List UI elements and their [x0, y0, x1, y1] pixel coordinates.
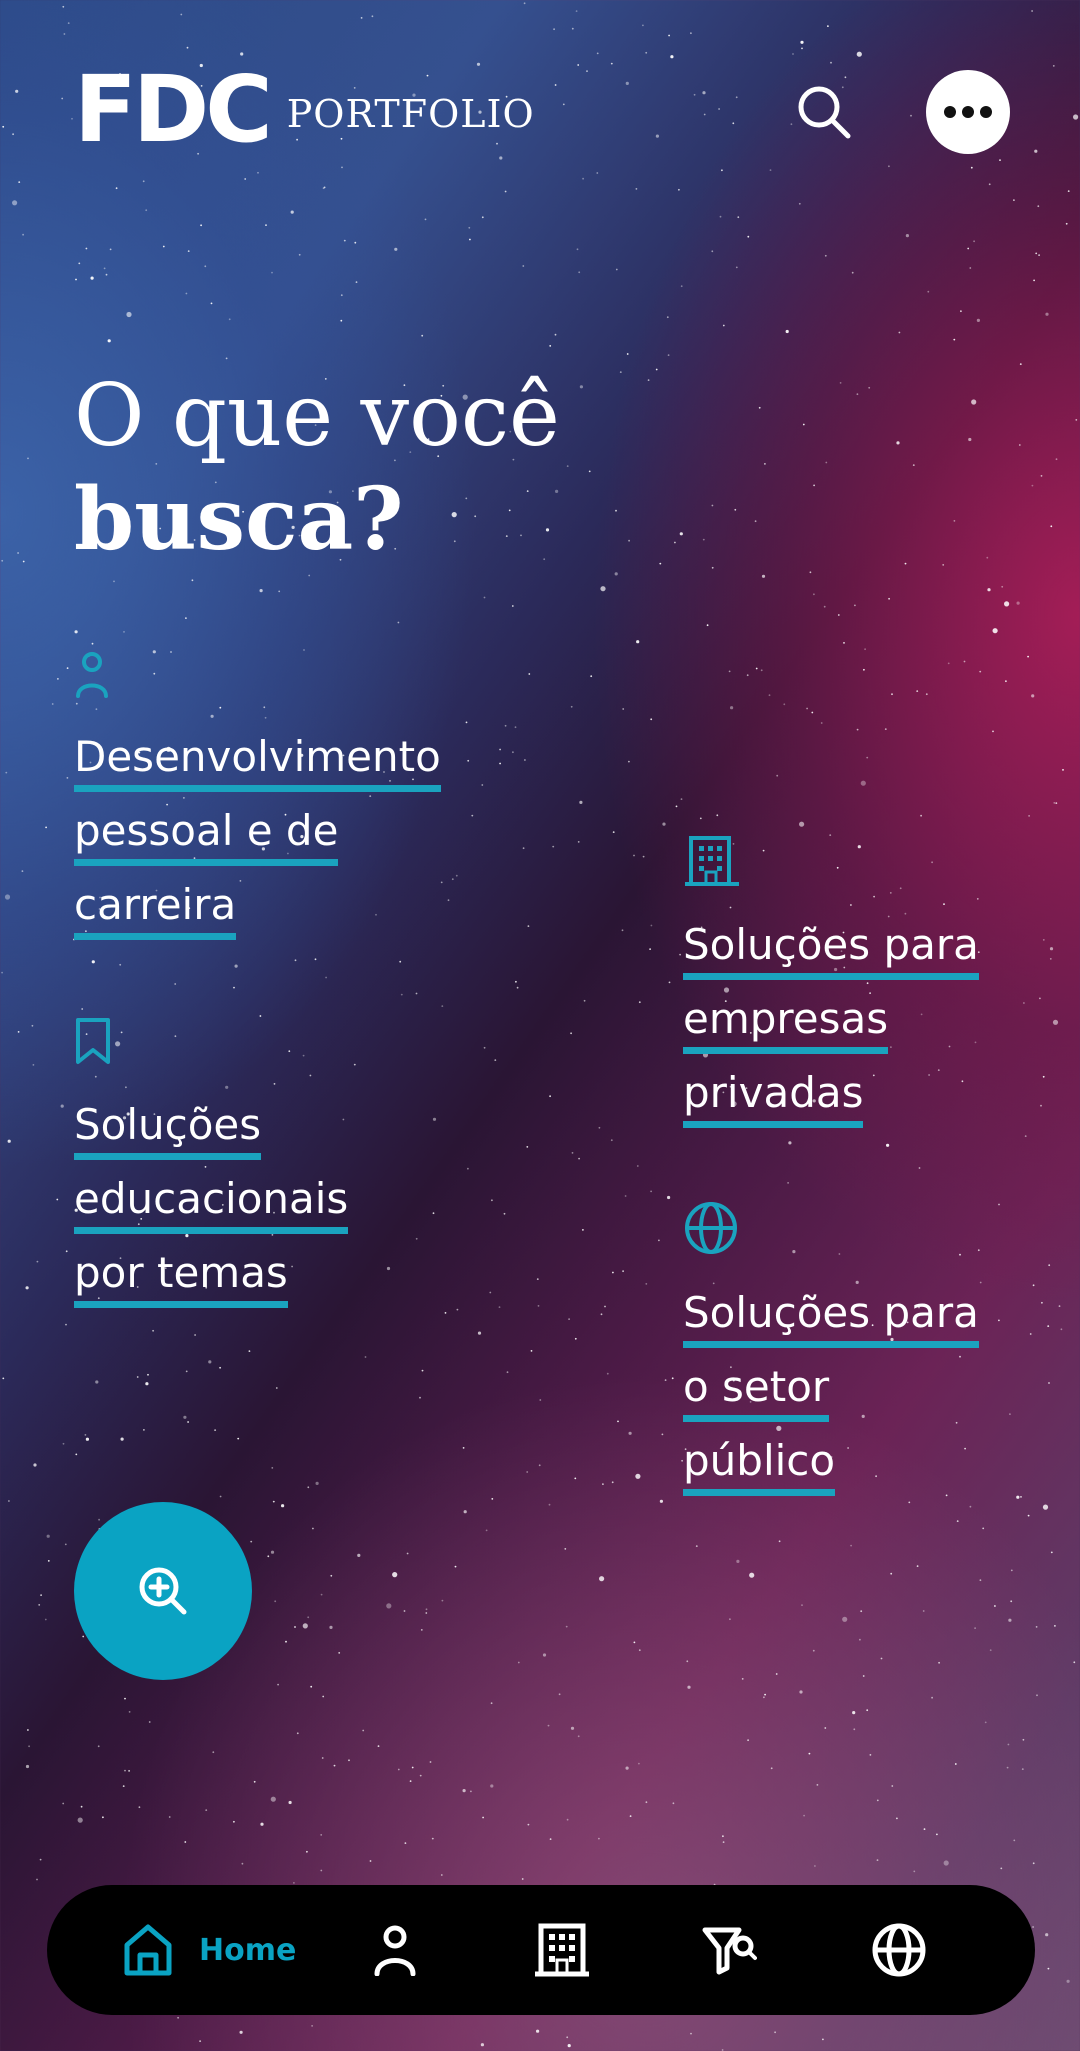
- category-line: o setor: [683, 1362, 830, 1422]
- category-public-sector-link[interactable]: Soluções para o setor público: [683, 1276, 1080, 1498]
- nav-item-public-sector[interactable]: [871, 1885, 927, 2015]
- person-icon: [374, 1925, 416, 1976]
- headline-line-1: O que você: [74, 366, 560, 466]
- home-icon: [124, 1924, 172, 1976]
- category-line: privadas: [683, 1068, 864, 1128]
- category-line: Soluções para: [683, 920, 979, 980]
- globe-icon: [872, 1923, 926, 1977]
- page-headline: O que você busca?: [74, 364, 560, 572]
- category-line: por temas: [74, 1248, 288, 1308]
- building-icon: [685, 836, 739, 886]
- building-icon: [535, 1923, 589, 1977]
- search-button[interactable]: [794, 82, 854, 142]
- category-line: Desenvolvimento: [74, 732, 441, 792]
- headline-line-2: busca?: [74, 469, 404, 570]
- category-public-sector: Soluções para o setor público: [683, 1200, 1080, 1498]
- category-line: Soluções: [74, 1100, 262, 1160]
- more-options-button[interactable]: [926, 70, 1010, 154]
- filter-icon: [702, 1927, 757, 1975]
- category-line: carreira: [74, 880, 237, 940]
- category-educational-solutions-link[interactable]: Soluções educacionais por temas: [74, 1088, 504, 1310]
- category-educational-solutions: Soluções educacionais por temas: [74, 1016, 504, 1310]
- nav-item-home[interactable]: Home: [123, 1885, 296, 2015]
- app-header: FDC PORTFOLIO: [74, 56, 1010, 163]
- category-line: pessoal e de: [74, 806, 339, 866]
- fdc-portfolio-logo[interactable]: FDC PORTFOLIO: [74, 56, 535, 163]
- logo-mark: FDC: [74, 56, 273, 163]
- category-personal-development: Desenvolvimento pessoal e de carreira: [74, 648, 504, 942]
- bottom-navigation: Home: [47, 1885, 1035, 2015]
- zoom-in-icon: [139, 1567, 187, 1615]
- search-icon: [798, 86, 851, 139]
- category-line: Soluções para: [683, 1288, 979, 1348]
- zoom-search-fab[interactable]: [74, 1502, 252, 1680]
- nav-item-companies[interactable]: [533, 1885, 591, 2015]
- nav-item-filter[interactable]: [701, 1885, 757, 2015]
- category-private-companies: Soluções para empresas privadas: [683, 834, 1080, 1130]
- logo-subtitle: PORTFOLIO: [286, 92, 535, 136]
- category-private-companies-link[interactable]: Soluções para empresas privadas: [683, 908, 1080, 1130]
- more-horizontal-icon: [944, 106, 992, 118]
- category-line: empresas: [683, 994, 889, 1054]
- globe-icon: [685, 1202, 737, 1254]
- nav-item-home-label: Home: [199, 1932, 297, 1968]
- category-line: educacionais: [74, 1174, 349, 1234]
- category-line: público: [683, 1436, 836, 1496]
- person-icon: [76, 652, 108, 698]
- category-personal-development-link[interactable]: Desenvolvimento pessoal e de carreira: [74, 720, 504, 942]
- bookmark-icon: [76, 1018, 110, 1064]
- nav-item-personal[interactable]: [373, 1885, 417, 2015]
